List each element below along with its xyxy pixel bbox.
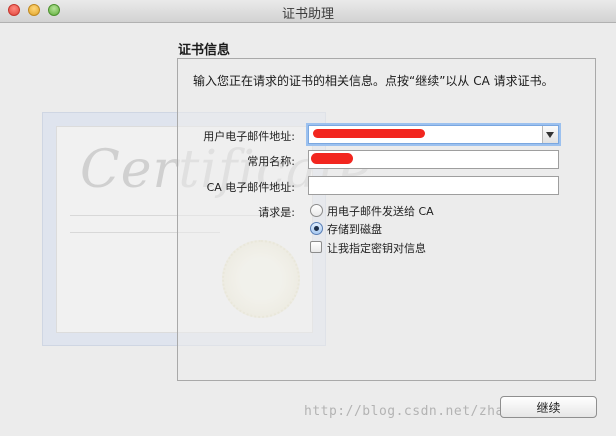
save-to-disk-radio[interactable] (310, 222, 323, 235)
redaction-mark (311, 153, 353, 164)
common-name-label: 常用名称: (247, 155, 295, 168)
key-pair-checkbox-label[interactable]: 让我指定密钥对信息 (327, 240, 426, 256)
save-to-disk-label[interactable]: 存储到磁盘 (327, 221, 382, 237)
ca-email-label: CA 电子邮件地址: (206, 181, 295, 194)
section-title: 证书信息 (178, 43, 231, 58)
common-name-field[interactable] (308, 150, 559, 169)
key-pair-checkbox[interactable] (310, 241, 322, 253)
intro-text: 输入您正在请求的证书的相关信息。点按“继续”以从 CA 请求证书。 (193, 74, 554, 88)
email-label: 用户电子邮件地址: (203, 130, 295, 143)
window-title: 证书助理 (281, 7, 334, 22)
ca-email-field[interactable] (308, 176, 559, 195)
continue-button[interactable]: 继续 (500, 396, 597, 418)
email-to-ca-label[interactable]: 用电子邮件发送给 CA (327, 203, 434, 219)
email-to-ca-radio[interactable] (310, 204, 323, 217)
chevron-down-icon[interactable] (542, 126, 558, 143)
email-combobox[interactable] (308, 125, 559, 144)
window-titlebar: 证书助理 (0, 0, 616, 23)
request-type-label: 请求是: (258, 206, 295, 219)
redaction-mark (313, 129, 425, 138)
